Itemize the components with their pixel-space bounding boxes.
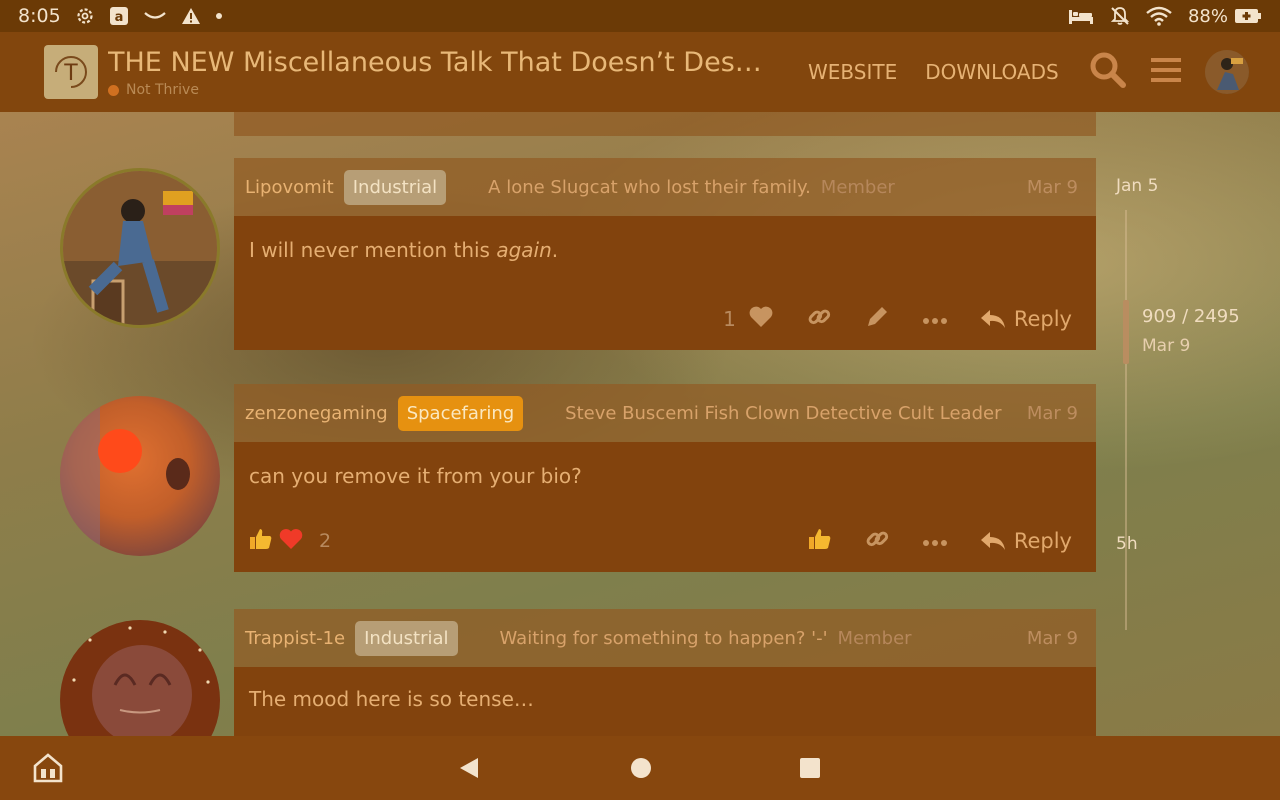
post-text-plain: I will never mention this: [249, 238, 497, 262]
thumbs-up-reaction-icon: [249, 527, 273, 555]
reply-label: Reply: [1013, 307, 1072, 331]
timeline-position-date: Mar 9: [1142, 336, 1191, 356]
post-text-emphasis: again: [496, 238, 552, 262]
search-icon[interactable]: [1089, 51, 1127, 93]
nav-website-link[interactable]: WEBSITE: [808, 60, 897, 84]
category-name: Not Thrive: [126, 82, 199, 98]
post-text: I will never mention this again.: [234, 216, 1096, 288]
category-dot: [108, 84, 119, 96]
timeline-scroll-handle[interactable]: [1123, 300, 1129, 364]
post-lipovomit: Lipovomit Industrial A lone Slugcat who …: [234, 158, 1096, 350]
reply-icon: [980, 310, 1005, 328]
hamburger-menu-icon[interactable]: [1149, 55, 1183, 89]
warning-icon: [181, 7, 201, 25]
post-body: can you remove it from your bio? 2 Reply: [234, 442, 1096, 572]
app-header: T THE NEW Miscellaneous Talk That Doesn’…: [0, 32, 1280, 112]
post-date[interactable]: Mar 9: [1027, 628, 1078, 649]
edit-pencil-icon[interactable]: [864, 304, 890, 334]
post-text: can you remove it from your bio?: [249, 464, 582, 488]
post-separator: [234, 350, 1096, 384]
topic-title[interactable]: THE NEW Miscellaneous Talk That Doesn’t …: [108, 46, 778, 80]
timeline-end-date[interactable]: 5h: [1116, 534, 1138, 554]
timeline-position: 909 / 2495: [1142, 306, 1240, 327]
post-zenzonegaming: zenzonegaming Spacefaring Steve Buscemi …: [234, 384, 1096, 572]
link-icon[interactable]: [806, 304, 832, 334]
post-body: The mood here is so tense…: [234, 667, 1096, 737]
site-logo[interactable]: T: [44, 45, 98, 99]
post-text: The mood here is so tense…: [249, 687, 534, 711]
post-username[interactable]: zenzonegaming: [245, 403, 388, 424]
timeline-start-date[interactable]: Jan 5: [1116, 176, 1158, 196]
bed-icon: [1068, 7, 1094, 25]
status-bar: 8:05 a 88%: [0, 0, 1280, 32]
reply-button[interactable]: Reply: [980, 307, 1072, 331]
reactions[interactable]: 2: [234, 527, 331, 555]
post-body: I will never mention this again. 1 Reply: [234, 216, 1096, 350]
back-icon[interactable]: [458, 756, 480, 784]
svg-text:T: T: [63, 61, 78, 86]
post-username[interactable]: Lipovomit: [245, 177, 334, 198]
settings-icon: [75, 6, 95, 26]
more-options-icon[interactable]: [922, 310, 948, 329]
thumbs-up-icon[interactable]: [808, 527, 832, 555]
dot-icon: [215, 12, 223, 20]
post-actions: 2 Reply: [234, 510, 1096, 572]
recents-icon[interactable]: [800, 758, 820, 782]
battery-icon: [1234, 8, 1262, 24]
post-date[interactable]: Mar 9: [1027, 177, 1078, 198]
svg-text:a: a: [114, 10, 123, 25]
user-badge[interactable]: Industrial: [355, 620, 458, 656]
timeline-track[interactable]: [1125, 210, 1127, 630]
post-separator: [234, 574, 1096, 610]
amazon-icon: a: [109, 6, 129, 26]
post-username[interactable]: Trappist-1e: [245, 628, 345, 649]
bell-off-icon: [1110, 6, 1130, 26]
smile-icon: [143, 9, 167, 23]
user-title: Steve Buscemi Fish Clown Detective Cult …: [565, 402, 1002, 424]
reply-label: Reply: [1013, 529, 1072, 553]
heart-reaction-icon: [279, 528, 303, 554]
user-role: Member: [837, 627, 912, 649]
post-avatar[interactable]: [60, 168, 220, 328]
nav-downloads-link[interactable]: DOWNLOADS: [925, 60, 1058, 84]
logo-icon: T: [55, 56, 87, 88]
home-launcher-icon[interactable]: [33, 753, 63, 787]
android-navigation-bar: [0, 736, 1280, 800]
link-icon[interactable]: [864, 526, 890, 556]
post-header: zenzonegaming Spacefaring Steve Buscemi …: [234, 384, 1096, 442]
wifi-icon: [1146, 6, 1172, 26]
status-time: 8:05: [18, 5, 61, 27]
reply-icon: [980, 532, 1005, 550]
user-title: A lone Slugcat who lost their family.: [488, 176, 811, 198]
post-avatar[interactable]: [60, 396, 220, 556]
topic-timeline: Jan 5 909 / 2495 Mar 9 5h: [1116, 112, 1280, 736]
user-avatar[interactable]: [1204, 50, 1249, 94]
battery-label: 88%: [1187, 5, 1228, 27]
reaction-count: 2: [319, 530, 332, 552]
category-link[interactable]: Not Thrive: [108, 82, 778, 98]
post-header: Lipovomit Industrial A lone Slugcat who …: [234, 158, 1096, 216]
user-title: Waiting for something to happen? '-': [499, 627, 828, 649]
post-text-end: .: [551, 238, 559, 262]
like-count[interactable]: 1: [723, 307, 736, 331]
reply-button[interactable]: Reply: [980, 529, 1072, 553]
post-header: Trappist-1e Industrial Waiting for somet…: [234, 609, 1096, 667]
user-role: Member: [820, 176, 895, 198]
post-actions: 1 Reply: [234, 288, 1096, 350]
home-icon[interactable]: [630, 757, 652, 783]
more-options-icon[interactable]: [922, 532, 948, 551]
user-badge[interactable]: Spacefaring: [397, 395, 524, 431]
user-badge[interactable]: Industrial: [343, 169, 447, 205]
post-date[interactable]: Mar 9: [1027, 403, 1078, 424]
previous-post-strip: [234, 112, 1096, 136]
heart-icon[interactable]: [748, 305, 774, 333]
post-trappist-1e: Trappist-1e Industrial Waiting for somet…: [234, 609, 1096, 737]
